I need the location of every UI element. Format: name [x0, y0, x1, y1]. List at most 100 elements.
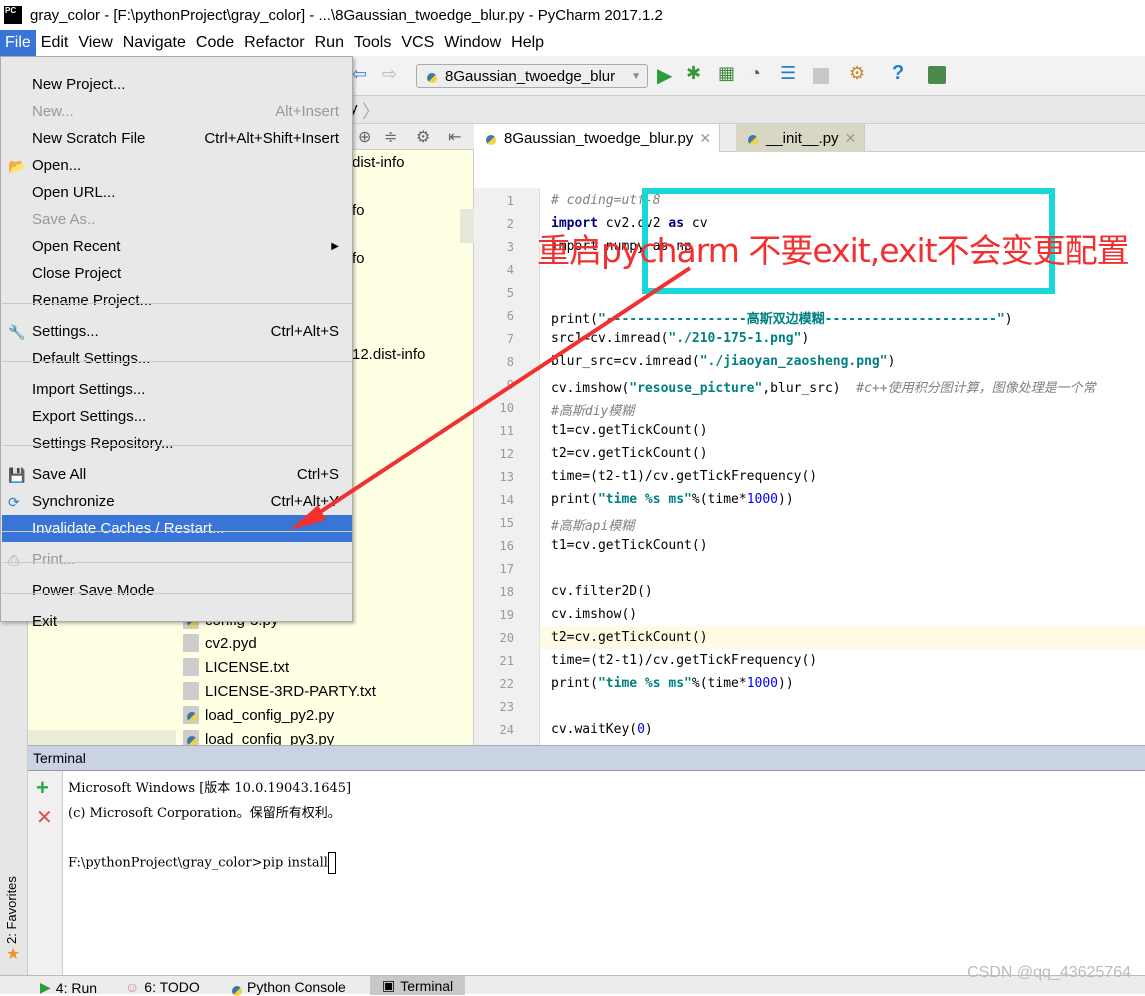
menu-code[interactable]: Code — [191, 30, 239, 56]
collapse-all-icon[interactable]: ≑ — [384, 127, 397, 147]
tree-item[interactable]: fo — [352, 202, 365, 219]
code-token: #高斯api模糊 — [551, 519, 635, 534]
menu-item-new-project[interactable]: New Project... — [2, 71, 352, 98]
menu-tools[interactable]: Tools — [349, 30, 396, 56]
menu-navigate[interactable]: Navigate — [118, 30, 191, 56]
terminal-output[interactable]: Microsoft Windows [版本 10.0.19043.1645] (… — [63, 771, 1145, 975]
tree-item[interactable]: 12.dist-info — [352, 346, 425, 363]
menu-item-settings-repository[interactable]: Settings Repository... — [2, 430, 352, 457]
menu-item-default-settings[interactable]: Default Settings... — [2, 345, 352, 372]
forward-icon[interactable]: ⇨ — [382, 64, 397, 85]
terminal-tool-tab[interactable]: ▣ Terminal — [370, 976, 466, 995]
menu-view[interactable]: View — [73, 30, 117, 56]
line-number: 12 — [499, 447, 514, 461]
tree-item[interactable]: dist-info — [352, 154, 405, 171]
menu-item-export-settings[interactable]: Export Settings... — [2, 403, 352, 430]
menu-item-invalidate-caches-restart[interactable]: Invalidate Caches / Restart... — [2, 515, 352, 542]
code-line: blur_src=cv.imread("./jiaoyan_zaosheng.p… — [551, 354, 895, 369]
tab-init[interactable]: __init__.py ✕ — [736, 124, 866, 152]
menu-item-save-as[interactable]: Save As.. — [2, 206, 352, 233]
menu-item-open-recent[interactable]: Open Recent ▶ — [2, 233, 352, 260]
menu-separator — [2, 562, 352, 563]
menu-item-close-project[interactable]: Close Project — [2, 260, 352, 287]
menu-vcs[interactable]: VCS — [396, 30, 439, 56]
line-number: 7 — [506, 332, 514, 346]
menu-item-label: Import Settings... — [32, 381, 146, 398]
close-icon[interactable]: ✕ — [699, 130, 711, 147]
tab-8gaussian-twoedge-blur[interactable]: 8Gaussian_twoedge_blur.py ✕ — [474, 124, 721, 152]
menu-item-print[interactable]: ⎙ Print... — [2, 546, 352, 573]
menu-item-label: Default Settings... — [32, 350, 151, 367]
menu-item-synchronize[interactable]: ⟳ Synchronize Ctrl+Alt+Y — [2, 488, 352, 515]
menu-item-save-all[interactable]: 💾 Save All Ctrl+S — [2, 461, 352, 488]
menu-item-shortcut: Ctrl+S — [296, 466, 339, 483]
menu-item-label: Save All — [32, 466, 87, 483]
todo-tool-tab[interactable]: ☺ 6: TODO — [125, 979, 200, 995]
line-number: 9 — [506, 378, 514, 392]
run-tool-tab[interactable]: ▶ 4: Run — [40, 979, 97, 996]
close-session-x-icon[interactable]: ✕ — [36, 805, 53, 830]
menu-item-new[interactable]: New... Alt+Insert — [2, 98, 352, 125]
run-config-select[interactable]: 8Gaussian_twoedge_blur ▼ — [416, 64, 648, 88]
line-number: 19 — [499, 608, 514, 622]
watermark: CSDN @qq_43625764 — [967, 964, 1131, 981]
editor-tabs: 8Gaussian_twoedge_blur.py ✕ __init__.py … — [474, 124, 1145, 152]
menu-item-power-save-mode[interactable]: Power Save Mode — [2, 577, 352, 604]
code-token: t2=cv.getTickCount() — [551, 446, 708, 461]
code-token: )) — [778, 676, 794, 691]
code-token: print( — [551, 676, 598, 691]
menu-item-settings[interactable]: 🔧 Settings... Ctrl+Alt+S — [2, 318, 352, 345]
run-icon[interactable]: ▶ — [657, 63, 672, 88]
save-icon: 💾 — [8, 467, 26, 483]
menu-help[interactable]: Help — [506, 30, 549, 56]
line-number: 16 — [499, 539, 514, 553]
stop-icon[interactable] — [813, 68, 829, 84]
menu-run[interactable]: Run — [310, 30, 349, 56]
menu-edit[interactable]: Edit — [36, 30, 74, 56]
menu-file[interactable]: File — [0, 30, 36, 56]
sdk-icon[interactable] — [928, 66, 946, 84]
coverage-icon[interactable]: ▦ — [718, 63, 735, 84]
close-icon[interactable]: ✕ — [845, 130, 857, 147]
line-number: 22 — [499, 677, 514, 691]
tree-item[interactable]: load_config_py2.py — [183, 706, 334, 724]
settings-wrench-icon[interactable]: ⚙ — [849, 63, 865, 84]
locate-icon[interactable]: ⊕ — [358, 127, 371, 147]
code-token: cv.filter2D() — [551, 584, 653, 599]
line-number: 17 — [499, 562, 514, 576]
tree-item[interactable]: LICENSE.txt — [183, 658, 289, 676]
menu-refactor[interactable]: Refactor — [239, 30, 309, 56]
python-console-tool-tab[interactable]: Python Console — [228, 979, 346, 996]
tree-item[interactable]: LICENSE-3RD-PARTY.txt — [183, 682, 376, 700]
code-line: print("------------------高斯双边模糊---------… — [551, 308, 1013, 327]
menu-item-exit[interactable]: Exit — [2, 608, 352, 635]
menu-item-rename-project[interactable]: Rename Project... — [2, 287, 352, 314]
code-token: print( — [551, 312, 598, 327]
menu-item-label: New Project... — [32, 76, 126, 93]
back-icon[interactable]: ⇦ — [352, 64, 367, 85]
tree-item[interactable]: cv2.pyd — [183, 634, 257, 652]
code-line: cv.imshow() — [551, 607, 637, 622]
debug-icon[interactable]: ✱ — [686, 63, 701, 84]
window-title: gray_color - [F:\pythonProject\gray_colo… — [30, 6, 663, 24]
menu-item-new-scratch-file[interactable]: New Scratch File Ctrl+Alt+Shift+Insert — [2, 125, 352, 152]
menu-item-import-settings[interactable]: Import Settings... — [2, 376, 352, 403]
new-session-plus-icon[interactable]: + — [36, 775, 49, 801]
menu-item-label: Power Save Mode — [32, 582, 155, 599]
menu-window[interactable]: Window — [439, 30, 506, 56]
tree-item[interactable]: fo — [352, 250, 365, 267]
gear-icon[interactable]: ⚙ — [416, 127, 430, 147]
favorites-tool-tab[interactable]: 2: Favorites — [4, 876, 19, 944]
wrench-icon: 🔧 — [8, 324, 26, 340]
menu-item-label: Open... — [32, 157, 82, 174]
tree-scrollbar[interactable] — [460, 209, 474, 243]
help-icon[interactable]: ? — [892, 62, 904, 85]
hide-panel-icon[interactable]: ⇤ — [448, 127, 461, 147]
menu-item-open-url[interactable]: Open URL... — [2, 179, 352, 206]
profile-icon[interactable]: ◔ — [750, 63, 761, 84]
binary-file-icon — [183, 634, 199, 652]
menu-item-open[interactable]: 📂 Open... — [2, 152, 352, 179]
concurrency-icon[interactable]: ☰ — [780, 63, 796, 84]
python-file-icon — [183, 706, 199, 724]
line-number: 2 — [506, 217, 514, 231]
